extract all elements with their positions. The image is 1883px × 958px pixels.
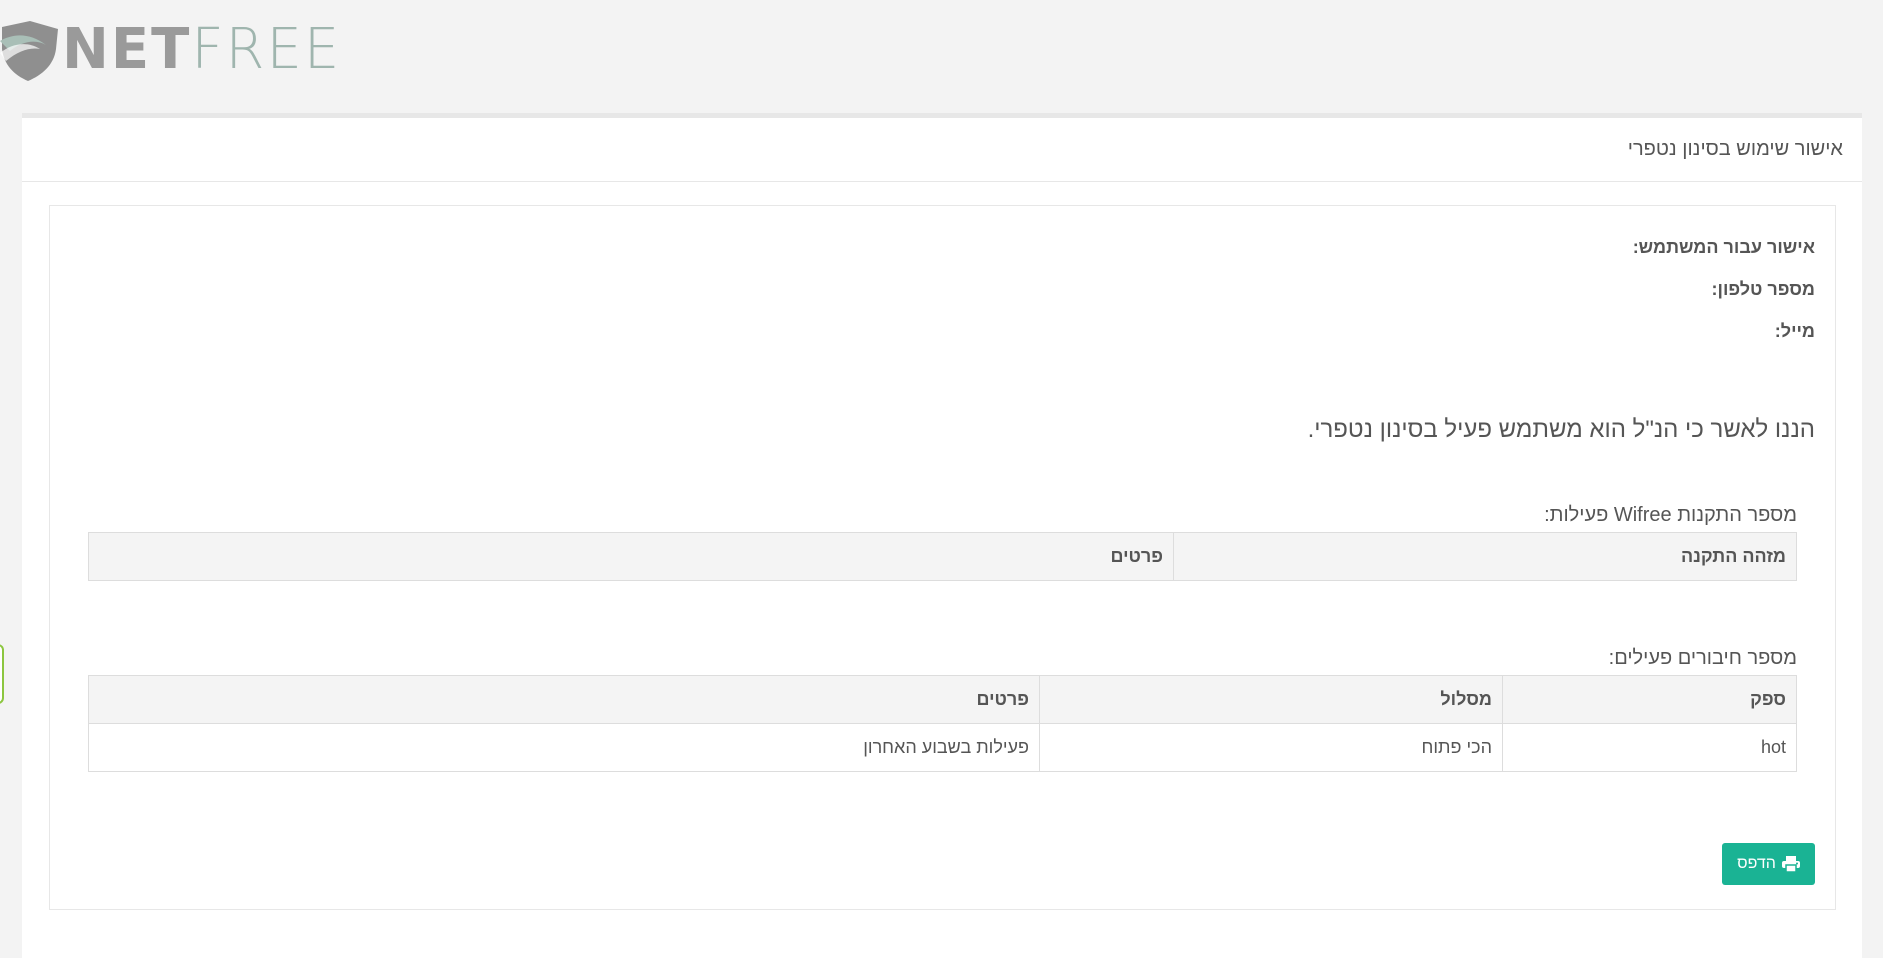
shield-logo-icon xyxy=(0,21,58,81)
print-button[interactable]: הדפס xyxy=(1722,843,1815,885)
column-header-plan: מסלול xyxy=(1039,675,1503,724)
column-header-details: פרטים xyxy=(88,532,1174,581)
wifree-table: מזהה התקנה פרטים xyxy=(88,532,1797,581)
table-row: hot הכי פתוח פעילות בשבוע האחרון xyxy=(88,723,1797,772)
column-header-details: פרטים xyxy=(88,675,1040,724)
connections-section-title: מספר חיבורים פעילים: xyxy=(1608,647,1797,669)
user-field-label: אישור עבור המשתמש: xyxy=(1632,237,1815,257)
details-cell: פעילות בשבוע האחרון xyxy=(88,723,1040,772)
panel-title: אישור שימוש בסינון נטפרי xyxy=(22,118,1862,182)
side-tab-handle[interactable] xyxy=(0,644,4,704)
main-panel: אישור שימוש בסינון נטפרי אישור עבור המשת… xyxy=(22,113,1862,958)
email-field-label: מייל: xyxy=(1774,321,1815,341)
wifree-table-header: מזהה התקנה פרטים xyxy=(88,532,1797,581)
logo-text: NETFREE xyxy=(62,17,342,82)
certificate-box: אישור עבור המשתמש: מספר טלפון: מייל: הננ… xyxy=(49,205,1836,910)
connections-table-header: ספק מסלול פרטים xyxy=(88,675,1797,724)
netfree-logo: NETFREE xyxy=(0,14,341,86)
column-header-installation-id: מזהה התקנה xyxy=(1173,532,1797,581)
confirmation-statement: הננו לאשר כי הנ"ל הוא משתמש פעיל בסינון … xyxy=(1307,416,1815,443)
wifree-section-title: מספר התקנות Wifree פעילות: xyxy=(1544,504,1797,526)
phone-field-label: מספר טלפון: xyxy=(1711,279,1815,299)
plan-cell: הכי פתוח xyxy=(1039,723,1503,772)
column-header-provider: ספק xyxy=(1502,675,1797,724)
connections-table: ספק מסלול פרטים hot הכי פתוח פעילות בשבו… xyxy=(88,675,1797,772)
provider-cell: hot xyxy=(1502,723,1797,772)
print-button-label: הדפס xyxy=(1737,855,1776,872)
print-icon xyxy=(1781,856,1800,872)
